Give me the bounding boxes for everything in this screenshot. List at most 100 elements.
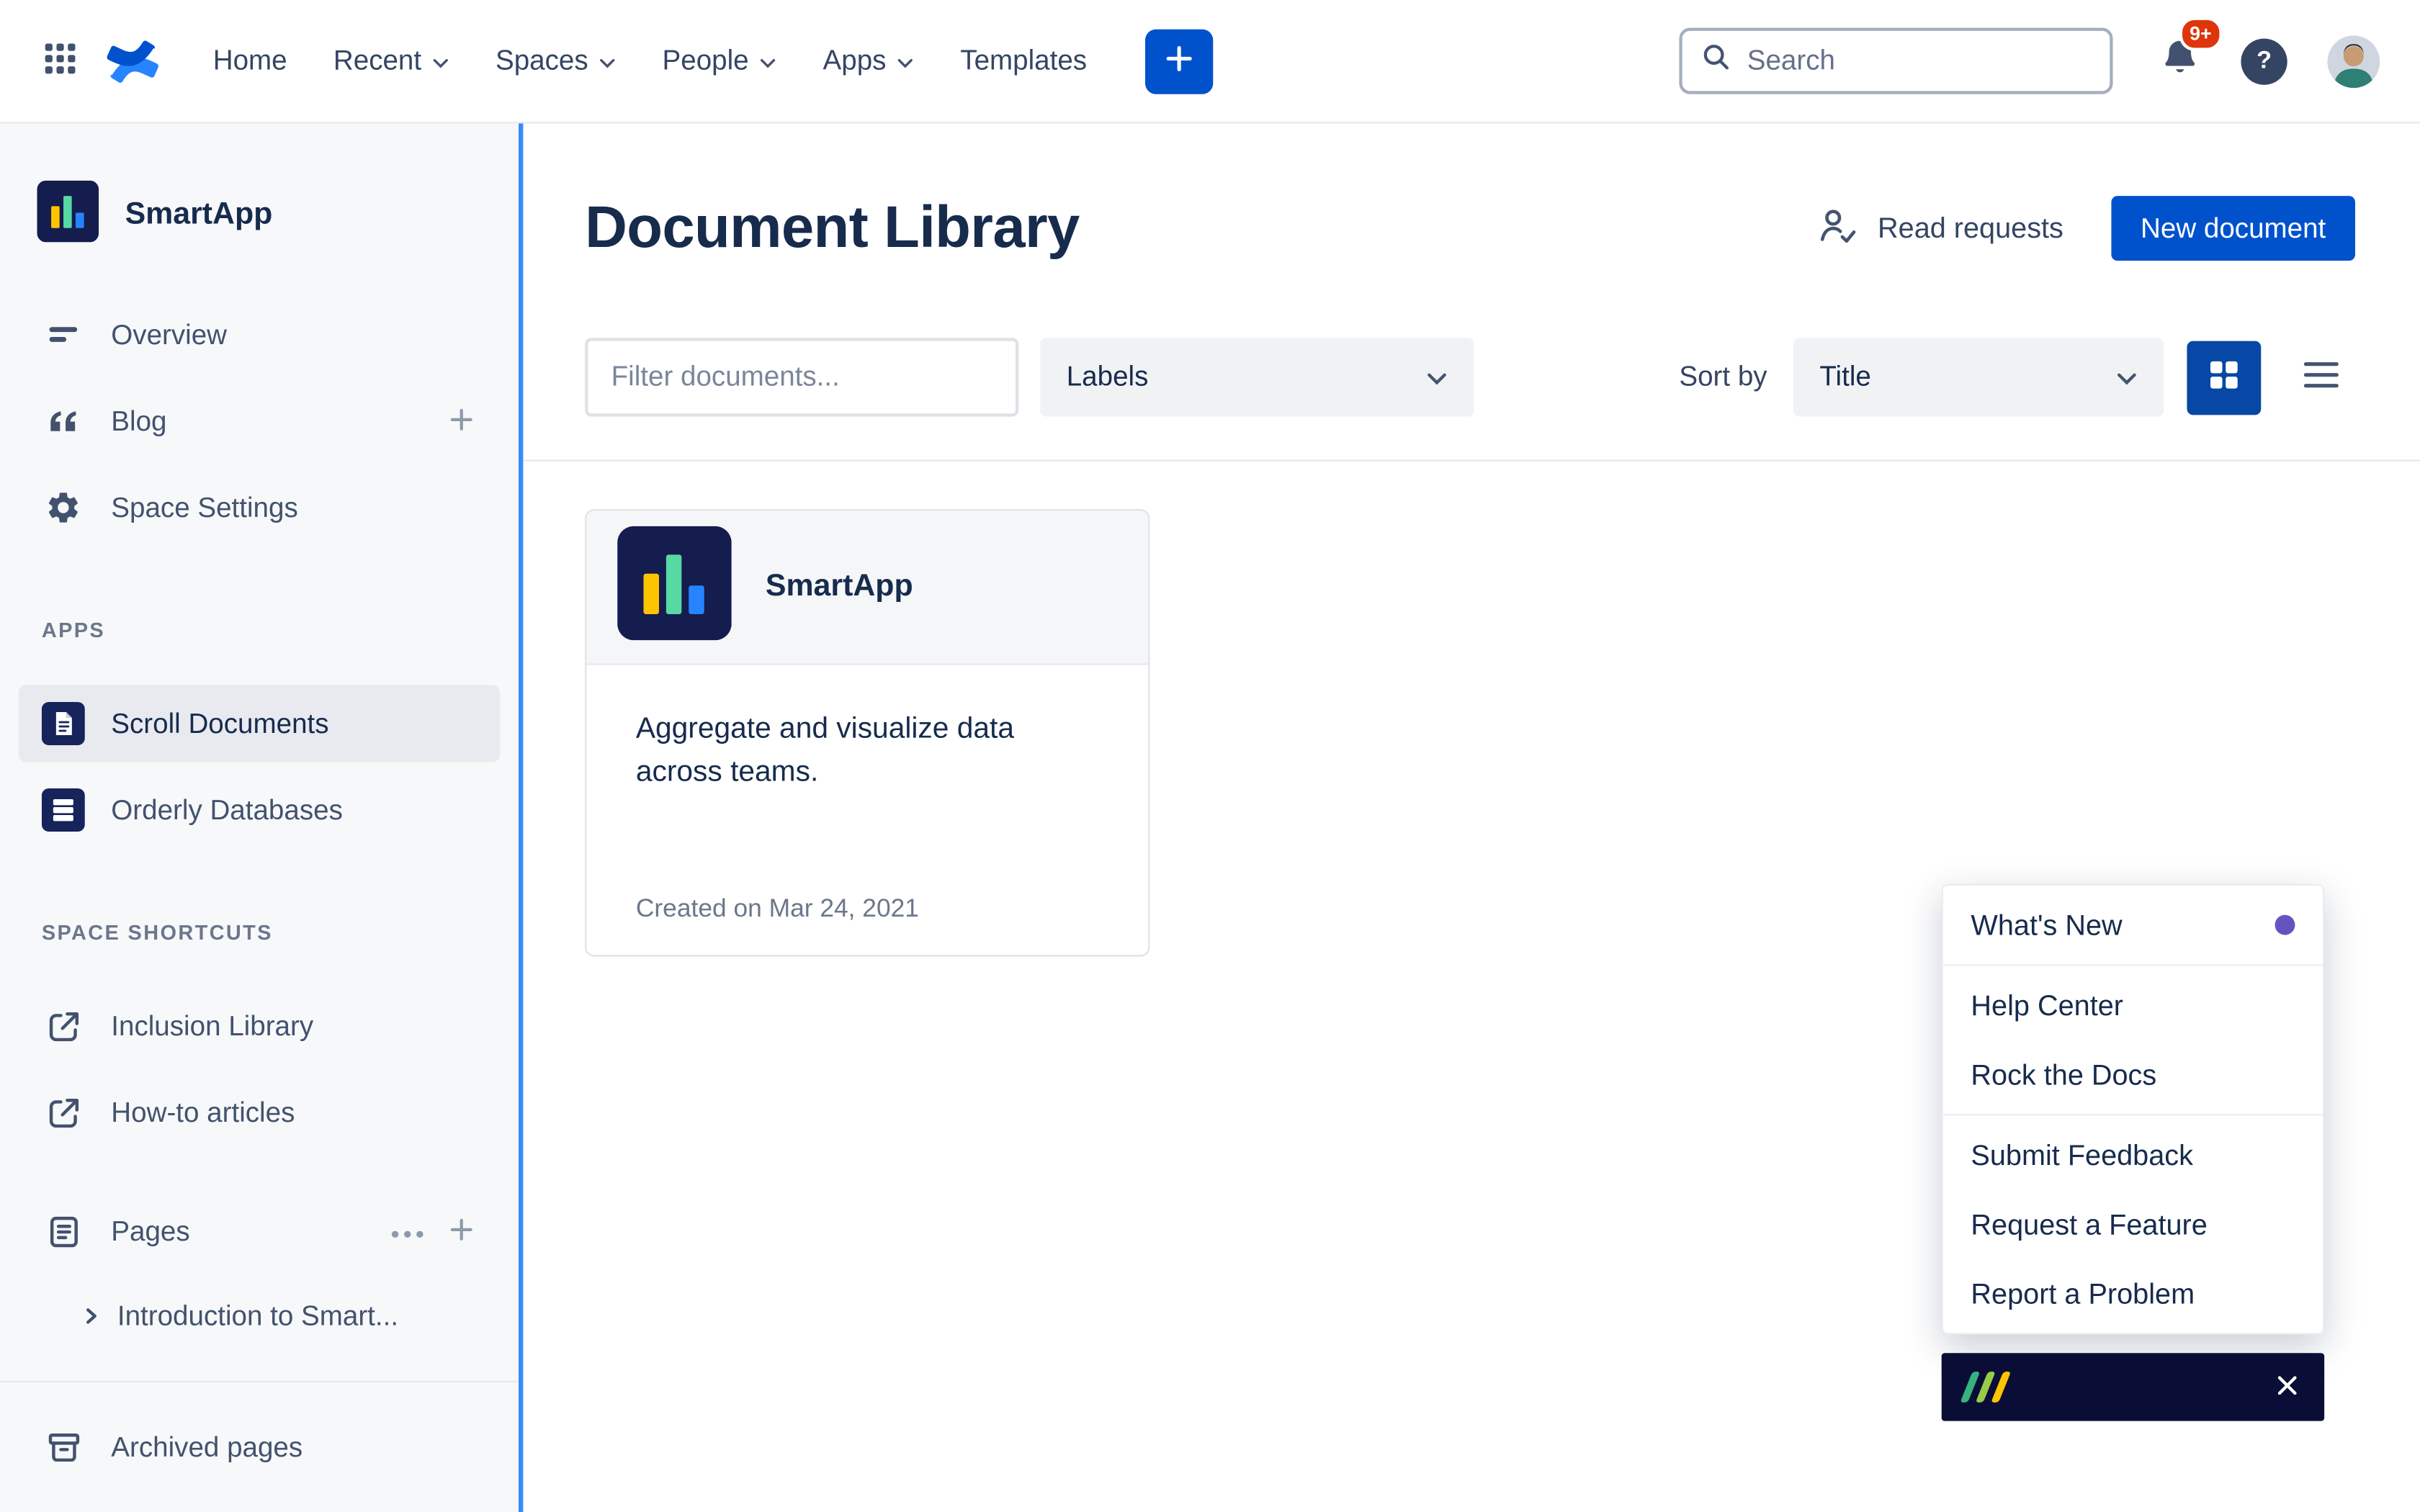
nav-item-label: People — [663, 45, 749, 77]
sidebar-item-pages[interactable]: Pages — [19, 1192, 501, 1269]
global-search — [1679, 28, 2112, 94]
nav-item-label: Home — [213, 45, 287, 77]
filter-documents-input[interactable] — [585, 338, 1018, 416]
menu-item-label: Submit Feedback — [1971, 1138, 2193, 1171]
document-card-header: SmartApp — [586, 510, 1148, 665]
space-header[interactable]: SmartApp — [19, 176, 291, 253]
help-popup-menu: What's New Help Center Rock the Docs Sub… — [1942, 884, 2324, 1335]
question-mark-icon: ? — [2257, 47, 2272, 75]
list-view-icon — [2301, 358, 2341, 397]
app-switcher-button[interactable] — [40, 39, 81, 84]
top-navigation-bar: Home Recent Spaces People Apps Templates — [0, 0, 2420, 123]
sidebar-item-inclusion-library[interactable]: Inclusion Library — [19, 987, 501, 1064]
document-card-created: Created on Mar 24, 2021 — [636, 895, 919, 924]
menu-item-label: Help Center — [1971, 989, 2123, 1022]
add-page-button[interactable] — [446, 1213, 477, 1248]
sort-dropdown[interactable]: Title — [1793, 338, 2164, 416]
page-title: Document Library — [585, 195, 1080, 261]
external-link-icon — [42, 1093, 85, 1132]
nav-item-spaces[interactable]: Spaces — [496, 45, 616, 77]
sidebar-item-label: Overview — [111, 319, 227, 351]
sidebar-item-label: Space Settings — [111, 492, 297, 524]
vendor-logo-icon — [1966, 1372, 2005, 1403]
sidebar-item-label: Scroll Documents — [111, 707, 328, 739]
page-header: Document Library Read requests New docum… — [585, 193, 2355, 264]
orderly-databases-icon — [42, 787, 85, 833]
list-view-button[interactable] — [2287, 341, 2355, 415]
sort-by-label: Sort by — [1679, 361, 1767, 393]
new-document-button[interactable]: New document — [2111, 196, 2355, 261]
menu-item-whats-new[interactable]: What's New — [1943, 890, 2323, 959]
notification-badge: 9+ — [2179, 17, 2223, 51]
sidebar-item-archived-pages[interactable]: Archived pages — [19, 1408, 501, 1485]
nav-item-people[interactable]: People — [663, 45, 777, 77]
confluence-logo-icon[interactable] — [105, 33, 161, 89]
pages-more-button[interactable] — [390, 1220, 424, 1243]
read-requests-label: Read requests — [1878, 212, 2063, 246]
create-button[interactable] — [1146, 29, 1214, 94]
avatar[interactable] — [2327, 35, 2380, 87]
nav-item-home[interactable]: Home — [213, 45, 287, 77]
banner-close-button[interactable] — [2275, 1372, 2300, 1402]
search-icon — [1700, 42, 1731, 81]
sidebar-item-scroll-documents[interactable]: Scroll Documents — [19, 685, 501, 762]
labels-dropdown[interactable]: Labels — [1040, 338, 1474, 416]
menu-item-label: Report a Problem — [1971, 1277, 2195, 1310]
sidebar-item-label: Blog — [111, 405, 166, 438]
read-requests-button[interactable]: Read requests — [1816, 204, 2063, 252]
chevron-down-icon — [760, 45, 777, 77]
archive-icon — [42, 1428, 85, 1467]
sidebar-item-label: How-to articles — [111, 1097, 295, 1129]
nav-item-recent[interactable]: Recent — [333, 45, 449, 77]
grid-view-icon — [2207, 358, 2241, 397]
sidebar-divider — [0, 1381, 519, 1382]
sidebar-page-intro[interactable]: Introduction to Smart... — [19, 1277, 501, 1354]
sidebar-item-orderly-databases[interactable]: Orderly Databases — [19, 771, 501, 848]
overview-icon — [42, 316, 85, 353]
chevron-right-icon[interactable] — [80, 1305, 102, 1327]
menu-item-rock-the-docs[interactable]: Rock the Docs — [1943, 1040, 2323, 1109]
space-name: SmartApp — [125, 197, 273, 232]
document-card-description: Aggregate and visualize data across team… — [586, 665, 1080, 795]
chevron-down-icon — [897, 45, 914, 77]
sidebar-item-howto-articles[interactable]: How-to articles — [19, 1074, 501, 1151]
confluence-app-window: Home Recent Spaces People Apps Templates — [0, 0, 2420, 1512]
close-icon — [2275, 1372, 2300, 1402]
sidebar-item-space-settings[interactable]: Space Settings — [19, 469, 501, 546]
space-logo-icon — [37, 180, 99, 249]
nav-item-label: Recent — [333, 45, 421, 77]
document-app-icon — [617, 526, 732, 648]
help-button[interactable]: ? — [2241, 38, 2287, 84]
notifications-button[interactable]: 9+ — [2159, 36, 2201, 86]
chevron-down-icon — [432, 45, 449, 77]
document-card[interactable]: SmartApp Aggregate and visualize data ac… — [585, 509, 1150, 956]
menu-item-submit-feedback[interactable]: Submit Feedback — [1943, 1120, 2323, 1189]
plus-icon — [446, 403, 477, 438]
menu-item-help-center[interactable]: Help Center — [1943, 971, 2323, 1040]
filter-toolbar: Labels Sort by Title — [585, 338, 2355, 416]
grid-icon — [40, 39, 81, 84]
space-sidebar: SmartApp Overview Blog — [0, 123, 523, 1512]
sidebar-item-blog[interactable]: Blog — [19, 382, 501, 459]
content-divider — [523, 460, 2420, 462]
sidebar-item-label: Inclusion Library — [111, 1010, 313, 1043]
sort-dropdown-value: Title — [1819, 361, 1870, 393]
nav-item-label: Spaces — [496, 45, 588, 77]
page-tree-item-label: Introduction to Smart... — [117, 1300, 398, 1332]
sidebar-item-label: Archived pages — [111, 1431, 302, 1463]
menu-item-label: Request a Feature — [1971, 1207, 2207, 1241]
add-blog-button[interactable] — [446, 403, 477, 438]
chevron-down-icon — [1426, 361, 1448, 393]
chevron-down-icon — [599, 45, 617, 77]
quote-icon — [42, 402, 85, 439]
nav-item-label: Templates — [960, 45, 1087, 77]
menu-item-request-feature[interactable]: Request a Feature — [1943, 1189, 2323, 1259]
external-link-icon — [42, 1007, 85, 1045]
grid-view-button[interactable] — [2187, 341, 2261, 415]
nav-item-apps[interactable]: Apps — [823, 45, 914, 77]
sidebar-item-overview[interactable]: Overview — [19, 296, 501, 373]
search-input[interactable] — [1747, 45, 2092, 77]
menu-item-report-problem[interactable]: Report a Problem — [1943, 1259, 2323, 1328]
menu-item-label: What's New — [1971, 908, 2122, 942]
nav-item-templates[interactable]: Templates — [960, 45, 1087, 77]
